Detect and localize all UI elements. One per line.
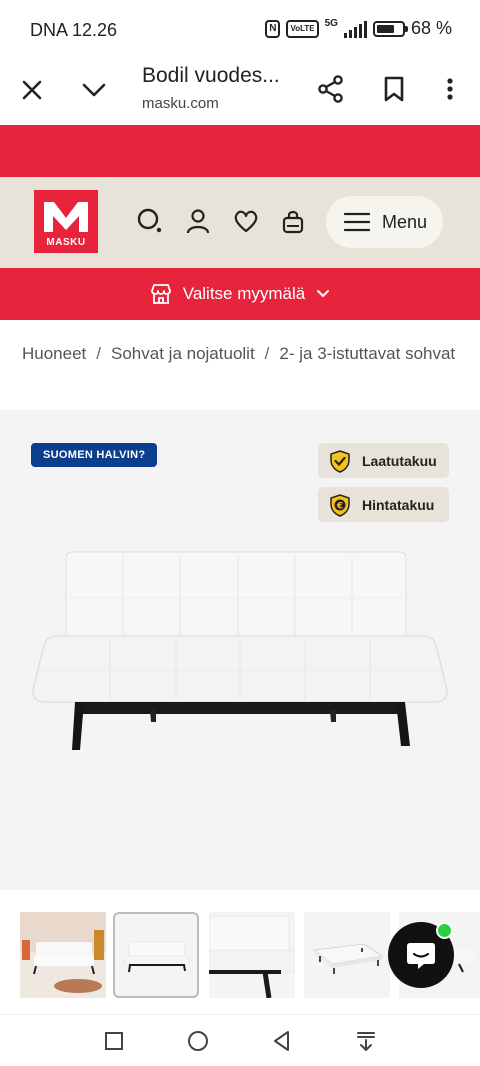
price-guarantee-label: Hintatakuu <box>362 496 435 513</box>
status-indicators: N VoLTE 5G 68 % <box>265 18 452 39</box>
signal-icon <box>343 20 367 38</box>
store-icon <box>150 284 171 304</box>
status-bar: DNA 12.26 N VoLTE 5G 68 % <box>0 0 480 60</box>
logo-mark-icon <box>44 202 88 232</box>
cart-icon[interactable] <box>279 207 307 235</box>
euro-shield-icon: € <box>330 493 350 517</box>
room-scene-thumbnail <box>20 912 106 998</box>
product-image-gallery[interactable]: SUOMEN HALVIN? Laatutakuu € Hintatakuu <box>0 410 480 890</box>
promo-banner <box>0 125 480 177</box>
price-guarantee-badge[interactable]: € Hintatakuu <box>318 487 449 522</box>
thumbnail-strip <box>0 905 480 1005</box>
account-icon[interactable] <box>184 207 212 235</box>
home-icon[interactable] <box>186 1029 210 1053</box>
sofa-front-thumbnail <box>124 941 190 973</box>
chevron-down-icon[interactable] <box>80 76 108 104</box>
site-header: MASKU Menu <box>0 177 480 268</box>
browser-toolbar: Bodil vuodes... masku.com <box>0 60 480 124</box>
system-navigation-bar <box>0 1014 480 1066</box>
keyboard-hide-icon[interactable] <box>354 1029 378 1053</box>
thumbnail-1[interactable] <box>20 912 106 998</box>
breadcrumb-item-huoneet[interactable]: Huoneet <box>22 344 86 363</box>
nfc-icon: N <box>265 19 281 38</box>
quality-guarantee-label: Laatutakuu <box>362 452 437 469</box>
share-icon[interactable] <box>316 74 346 104</box>
hamburger-icon <box>344 212 370 232</box>
more-options-icon[interactable] <box>438 74 462 104</box>
breadcrumb-item-sohvat[interactable]: Sohvat ja nojatuolit <box>111 344 255 363</box>
heart-icon[interactable] <box>232 207 260 235</box>
thumbnail-4[interactable] <box>304 912 390 998</box>
menu-button[interactable]: Menu <box>326 196 443 248</box>
sofa-bed-flat-thumbnail <box>312 943 384 974</box>
breadcrumb-item-istuttavat[interactable]: 2- ja 3-istuttavat sohvat <box>279 344 455 363</box>
network-type: 5G <box>324 18 338 29</box>
back-icon[interactable] <box>270 1029 294 1053</box>
sofa-detail-thumbnail <box>209 915 295 998</box>
breadcrumb-separator: / <box>264 344 270 363</box>
store-selector[interactable]: Valitse myymälä <box>0 268 480 320</box>
quality-guarantee-badge[interactable]: Laatutakuu <box>318 443 449 478</box>
menu-label: Menu <box>382 211 428 232</box>
battery-icon <box>372 20 408 37</box>
chat-bubble-icon <box>407 943 435 969</box>
close-icon[interactable] <box>18 76 46 104</box>
breadcrumb-separator: / <box>96 344 102 363</box>
status-time: DNA 12.26 <box>30 20 118 40</box>
checkmark-shield-icon <box>330 449 350 473</box>
store-selector-label: Valitse myymälä <box>182 284 306 303</box>
recent-apps-icon[interactable] <box>102 1029 126 1053</box>
search-icon[interactable] <box>136 207 164 235</box>
page-url: masku.com <box>142 95 219 112</box>
masku-logo[interactable]: MASKU <box>34 190 98 253</box>
online-status-dot <box>436 922 453 939</box>
sofa-bed-product-image <box>32 551 448 750</box>
battery-percent: 68 % <box>410 18 452 38</box>
page-title: Bodil vuodes... <box>142 64 280 87</box>
thumbnail-2[interactable] <box>113 912 199 998</box>
svg-text:€: € <box>336 501 343 511</box>
bookmark-icon[interactable] <box>380 74 408 104</box>
volte-icon: VoLTE <box>286 19 319 38</box>
logo-text: MASKU <box>46 237 86 248</box>
breadcrumb: Huoneet / Sohvat ja nojatuolit / 2- ja 3-ist… <box>22 344 460 364</box>
thumbnail-3[interactable] <box>209 912 295 998</box>
cheapest-badge: SUOMEN HALVIN? <box>31 443 158 467</box>
chevron-down-icon <box>317 290 330 298</box>
